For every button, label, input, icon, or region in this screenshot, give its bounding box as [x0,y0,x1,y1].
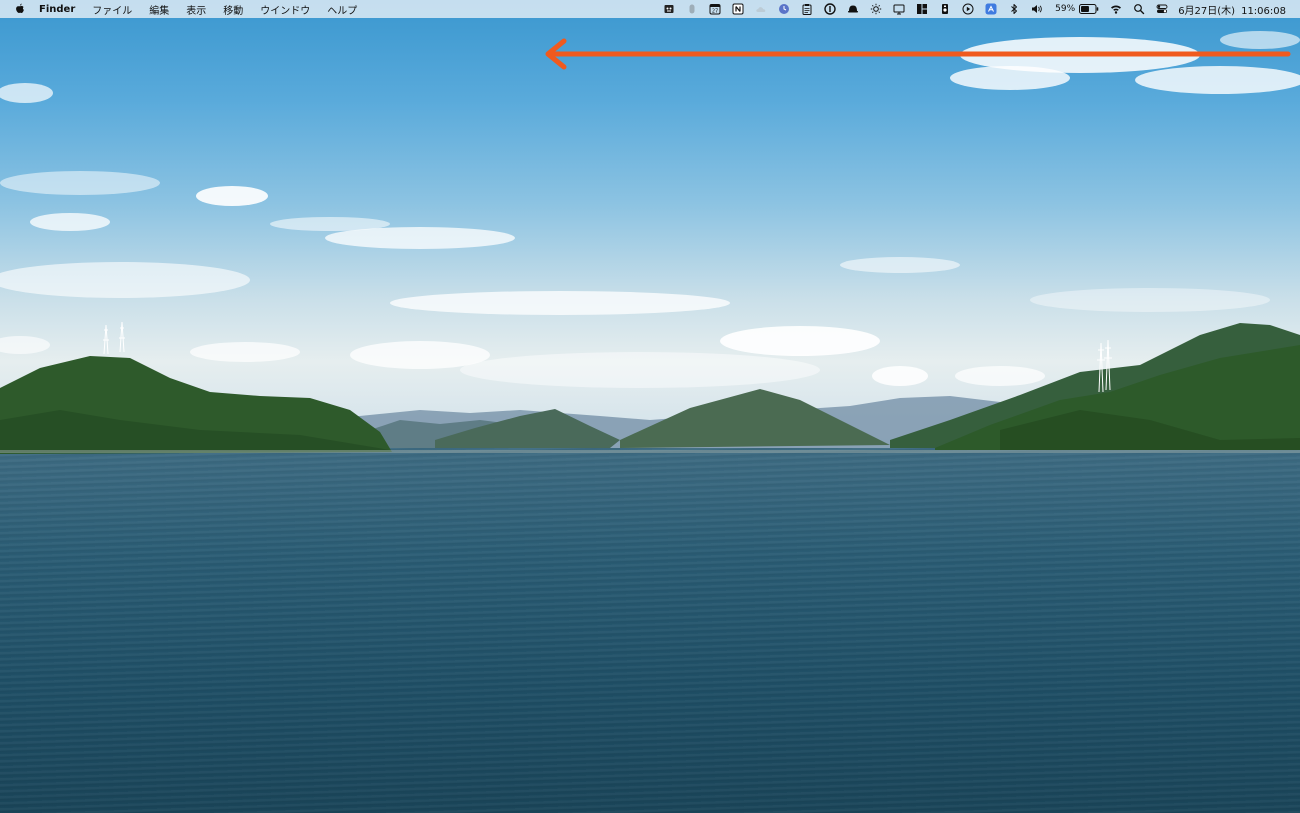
menu-window[interactable]: ウインドウ [260,2,310,17]
battery-percent: 59% [1055,4,1076,14]
search-icon[interactable] [1133,3,1145,15]
calendar-icon[interactable]: 27 [709,3,721,15]
hat-icon[interactable] [847,3,859,15]
layout-icon[interactable] [916,3,928,15]
desktop-wallpaper [0,0,1300,813]
notion-icon[interactable] [732,3,744,15]
wifi-icon[interactable] [1110,3,1122,15]
bluetooth-icon[interactable] [1008,3,1020,15]
clock-icon[interactable] [778,3,790,15]
cloud-icon[interactable] [755,3,767,15]
menu-edit[interactable]: 編集 [149,2,169,17]
menu-bar-right: 27 59% 6月27日(木) 11:06:08 [652,0,1300,18]
onepassword-icon[interactable] [824,3,836,15]
battery-status[interactable]: 59% [1055,4,1099,14]
calendar-badge: 27 [712,9,718,15]
robot-icon[interactable] [663,3,675,15]
clock-time: 11:06:08 [1241,5,1286,17]
volume-icon[interactable] [1031,3,1043,15]
app-icon[interactable] [985,3,997,15]
landscape [0,31,1300,454]
play-icon[interactable] [962,3,974,15]
menu-bar-left: Finder ファイル 編集 表示 移動 ウインドウ ヘルプ [0,0,374,18]
brightness-icon[interactable] [870,3,882,15]
menu-go[interactable]: 移動 [223,2,243,17]
stopwatch-icon[interactable] [939,3,951,15]
clipboard-icon[interactable] [801,3,813,15]
menu-bar: Finder ファイル 編集 表示 移動 ウインドウ ヘルプ 27 59% 6月… [0,0,1300,18]
menu-app-finder[interactable]: Finder [39,4,75,15]
menu-help[interactable]: ヘルプ [327,2,357,17]
menu-view[interactable]: 表示 [186,2,206,17]
clouds [0,31,1300,388]
battery-icon [1079,4,1099,14]
shoreline [0,450,1300,453]
apple-icon[interactable] [14,3,26,15]
menu-file[interactable]: ファイル [92,2,132,17]
display-icon[interactable] [893,3,905,15]
menu-bar-clock[interactable]: 6月27日(木) 11:06:08 [1178,2,1286,17]
clock-date: 6月27日(木) [1178,5,1236,17]
mouse-icon[interactable] [686,3,698,15]
control-center-icon[interactable] [1156,3,1168,15]
